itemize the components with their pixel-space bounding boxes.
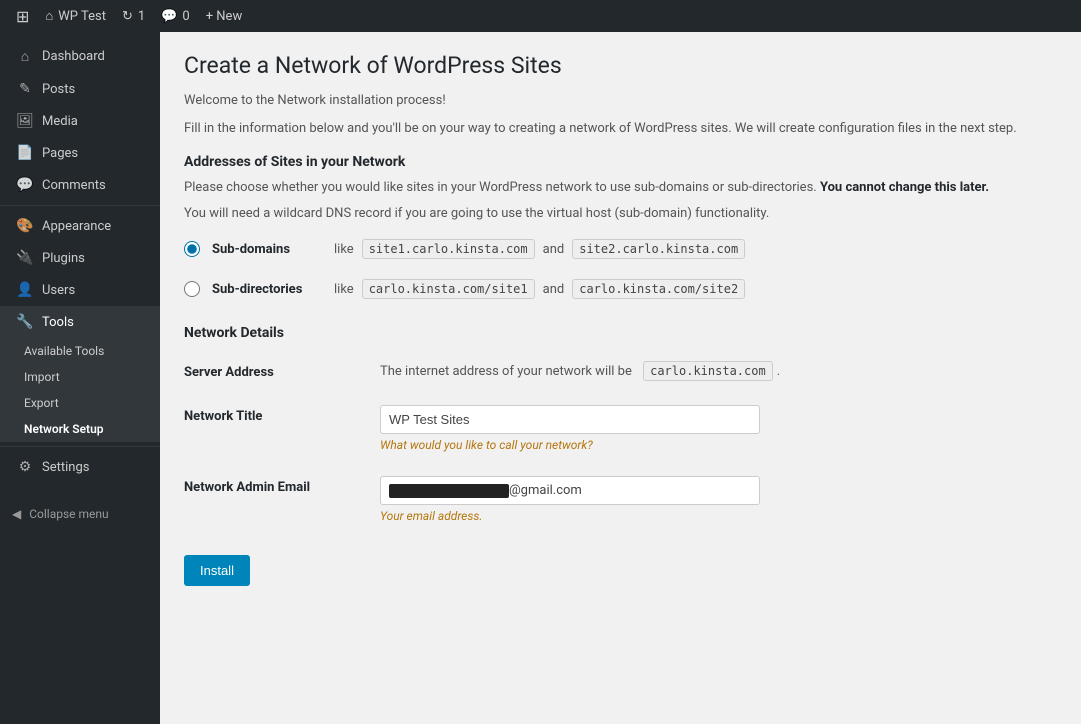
network-title-field-wrapper: What would you like to call your network… bbox=[380, 405, 1057, 452]
sidebar-item-plugins[interactable]: 🔌 Plugins bbox=[0, 242, 160, 274]
admin-email-field-wrapper: @gmail.com Your email address. bbox=[380, 476, 1057, 523]
sidebar-item-dashboard[interactable]: ⌂ Dashboard bbox=[0, 40, 160, 73]
subdomain-label: Sub-domains bbox=[212, 242, 322, 257]
choose-text: Please choose whether you would like sit… bbox=[184, 178, 1057, 198]
wp-logo-icon: ⊞ bbox=[16, 7, 29, 26]
network-setup-label: Network Setup bbox=[24, 422, 104, 436]
admin-email-hint: Your email address. bbox=[380, 509, 1057, 523]
admin-bar: ⊞ ⌂ WP Test ↻ 1 💬 0 + New bbox=[0, 0, 1081, 32]
subdir-example: like carlo.kinsta.com/site1 and carlo.ki… bbox=[334, 279, 745, 299]
settings-icon: ⚙ bbox=[16, 459, 34, 475]
sidebar-item-label: Dashboard bbox=[42, 49, 105, 64]
media-icon: 🖼 bbox=[16, 113, 34, 129]
sidebar: ⌂ Dashboard ✎ Posts 🖼 Media 📄 Pages 💬 Co… bbox=[0, 32, 160, 724]
sidebar-item-label: Comments bbox=[42, 178, 106, 193]
server-address-label: Server Address bbox=[184, 361, 364, 380]
dashboard-icon: ⌂ bbox=[16, 48, 34, 65]
collapse-menu-label: Collapse menu bbox=[29, 507, 108, 521]
site-name-button[interactable]: ⌂ WP Test bbox=[37, 0, 114, 32]
wp-logo-button[interactable]: ⊞ bbox=[8, 0, 37, 32]
sidebar-item-tools[interactable]: 🔧 Tools bbox=[0, 306, 160, 338]
subdir-label: Sub-directories bbox=[212, 282, 322, 297]
subdir-example2: carlo.kinsta.com/site2 bbox=[572, 279, 745, 299]
tools-icon: 🔧 bbox=[16, 314, 34, 330]
sidebar-item-import[interactable]: Import bbox=[0, 364, 160, 390]
users-icon: 👤 bbox=[16, 282, 34, 298]
wildcard-text: You will need a wildcard DNS record if y… bbox=[184, 204, 1057, 224]
server-address-value: The internet address of your network wil… bbox=[380, 361, 1057, 381]
sidebar-item-label: Users bbox=[42, 283, 75, 298]
welcome-text: Welcome to the Network installation proc… bbox=[184, 91, 1057, 111]
updates-icon: ↻ bbox=[122, 9, 133, 24]
main-content: Create a Network of WordPress Sites Welc… bbox=[160, 32, 1081, 724]
comments-icon: 💬 bbox=[161, 9, 177, 24]
subdomain-example1: site1.carlo.kinsta.com bbox=[362, 239, 535, 259]
sidebar-item-network-setup[interactable]: Network Setup bbox=[0, 416, 160, 442]
sidebar-item-posts[interactable]: ✎ Posts bbox=[0, 73, 160, 105]
sidebar-item-label: Pages bbox=[42, 146, 78, 161]
sidebar-item-label: Settings bbox=[42, 460, 89, 475]
sidebar-item-settings[interactable]: ⚙ Settings bbox=[0, 451, 160, 483]
sidebar-item-media[interactable]: 🖼 Media bbox=[0, 105, 160, 137]
admin-email-label: Network Admin Email bbox=[184, 476, 364, 495]
sidebar-item-label: Plugins bbox=[42, 251, 85, 266]
fill-text: Fill in the information below and you'll… bbox=[184, 119, 1057, 139]
page-title: Create a Network of WordPress Sites bbox=[184, 52, 1057, 79]
network-title-hint: What would you like to call your network… bbox=[380, 438, 1057, 452]
email-redacted-prefix bbox=[389, 484, 509, 498]
network-title-label: Network Title bbox=[184, 405, 364, 424]
sidebar-item-users[interactable]: 👤 Users bbox=[0, 274, 160, 306]
addresses-heading: Addresses of Sites in your Network bbox=[184, 154, 1057, 170]
tools-submenu: Available Tools Import Export Network Se… bbox=[0, 338, 160, 442]
network-title-row: Network Title What would you like to cal… bbox=[184, 393, 1057, 464]
email-suffix: @gmail.com bbox=[509, 483, 582, 498]
sidebar-item-pages[interactable]: 📄 Pages bbox=[0, 137, 160, 169]
available-tools-label: Available Tools bbox=[24, 344, 104, 358]
sidebar-item-label: Media bbox=[42, 114, 78, 129]
subdomain-example: like site1.carlo.kinsta.com and site2.ca… bbox=[334, 239, 745, 259]
export-label: Export bbox=[24, 396, 59, 410]
import-label: Import bbox=[24, 370, 60, 384]
updates-count: 1 bbox=[138, 9, 145, 24]
posts-icon: ✎ bbox=[16, 81, 34, 97]
subdomain-option: Sub-domains like site1.carlo.kinsta.com … bbox=[184, 229, 1057, 269]
admin-email-row: Network Admin Email @gmail.com Your emai… bbox=[184, 464, 1057, 535]
new-content-button[interactable]: + New bbox=[198, 0, 251, 32]
plugins-icon: 🔌 bbox=[16, 250, 34, 266]
network-title-input[interactable] bbox=[380, 405, 760, 434]
subdir-option: Sub-directories like carlo.kinsta.com/si… bbox=[184, 269, 1057, 309]
comments-nav-icon: 💬 bbox=[16, 177, 34, 193]
sidebar-item-available-tools[interactable]: Available Tools bbox=[0, 338, 160, 364]
sidebar-item-label: Posts bbox=[42, 82, 75, 97]
collapse-menu-button[interactable]: ◀ Collapse menu bbox=[0, 499, 160, 529]
network-details-heading: Network Details bbox=[184, 325, 1057, 341]
appearance-icon: 🎨 bbox=[16, 218, 34, 234]
sidebar-item-export[interactable]: Export bbox=[0, 390, 160, 416]
subdir-example1: carlo.kinsta.com/site1 bbox=[362, 279, 535, 299]
sidebar-item-label: Appearance bbox=[42, 219, 111, 234]
collapse-arrow-icon: ◀ bbox=[12, 507, 21, 521]
comments-button[interactable]: 💬 0 bbox=[153, 0, 198, 32]
updates-button[interactable]: ↻ 1 bbox=[114, 0, 153, 32]
sidebar-item-label: Tools bbox=[42, 315, 74, 330]
subdomain-example2: site2.carlo.kinsta.com bbox=[572, 239, 745, 259]
home-icon: ⌂ bbox=[45, 8, 53, 24]
server-address-code: carlo.kinsta.com bbox=[643, 361, 773, 381]
site-name: WP Test bbox=[58, 9, 106, 24]
subdomain-radio[interactable] bbox=[184, 241, 200, 257]
comments-count: 0 bbox=[182, 9, 189, 24]
sidebar-item-appearance[interactable]: 🎨 Appearance bbox=[0, 210, 160, 242]
server-address-row: Server Address The internet address of y… bbox=[184, 349, 1057, 393]
new-label: + New bbox=[206, 9, 243, 24]
install-button[interactable]: Install bbox=[184, 555, 250, 586]
subdir-radio[interactable] bbox=[184, 281, 200, 297]
pages-icon: 📄 bbox=[16, 145, 34, 161]
email-input-container[interactable]: @gmail.com bbox=[380, 476, 760, 505]
sidebar-item-comments[interactable]: 💬 Comments bbox=[0, 169, 160, 201]
